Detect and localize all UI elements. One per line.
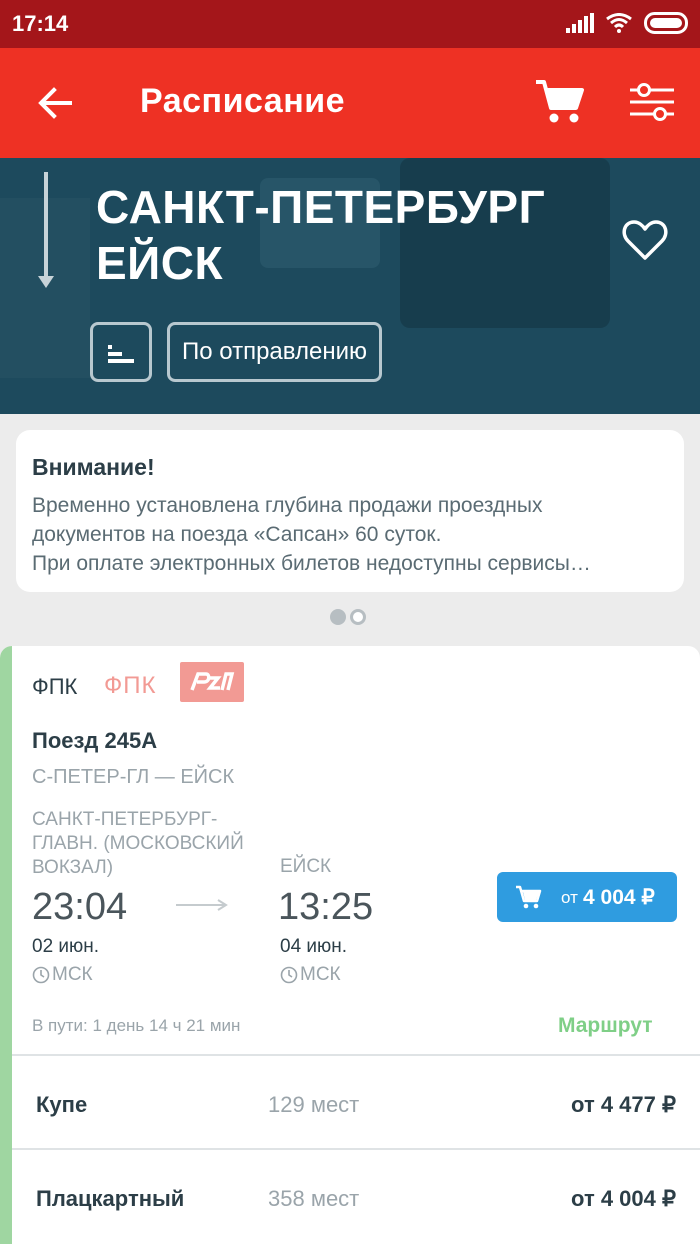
departure-station-line: САНКТ-ПЕТЕРБУРГ- bbox=[32, 809, 218, 830]
train-card[interactable]: ФПК ФПК Поезд 245А С-ПЕТЕР-ГЛ — ЕЙСК САН… bbox=[0, 646, 700, 1244]
direction-arrow-icon bbox=[38, 276, 54, 288]
train-number: Поезд 245А bbox=[32, 728, 158, 753]
cart-icon bbox=[516, 885, 542, 909]
signal-icon bbox=[566, 13, 594, 33]
seats-count: 358 мест bbox=[268, 1186, 360, 1211]
class-name: Плацкартный bbox=[36, 1186, 185, 1211]
class-name: Купе bbox=[36, 1092, 88, 1117]
sort-order-button[interactable] bbox=[90, 322, 152, 382]
departure-date: 02 июн. bbox=[32, 936, 100, 957]
wifi-icon bbox=[606, 13, 632, 33]
notice-card[interactable]: Внимание! Временно установлена глубина п… bbox=[16, 430, 684, 592]
clock-icon bbox=[280, 966, 298, 984]
travel-duration: В пути: 1 день 14 ч 21 мин bbox=[32, 1016, 241, 1035]
arrival-time: 13:25 bbox=[278, 886, 374, 928]
price-value: 4 004 ₽ bbox=[583, 886, 655, 909]
class-price: от 4 004 ₽ bbox=[571, 1186, 676, 1211]
notice-text-line: документов на поезда «Сапсан» 60 суток. bbox=[32, 523, 442, 546]
pager-dot-active[interactable] bbox=[330, 609, 346, 625]
seats-count: 129 мест bbox=[268, 1092, 360, 1117]
status-bar: 17:14 bbox=[0, 0, 700, 48]
sort-by-departure-button[interactable]: По отправлению bbox=[167, 322, 382, 382]
direction-arrow-line bbox=[44, 172, 48, 280]
route-from: САНКТ-ПЕТЕРБУРГ bbox=[96, 181, 546, 233]
page-title: Расписание bbox=[140, 82, 346, 120]
divider bbox=[12, 1148, 700, 1150]
departure-timezone: МСК bbox=[32, 964, 93, 986]
arrival-date: 04 июн. bbox=[280, 936, 348, 957]
notice-title: Внимание! bbox=[32, 454, 155, 480]
departure-station-line: ВОКЗАЛ) bbox=[32, 857, 114, 878]
route-link[interactable]: Маршрут bbox=[558, 1014, 653, 1038]
filter-settings-icon[interactable] bbox=[628, 82, 676, 122]
status-icons bbox=[566, 12, 688, 34]
sort-icon bbox=[108, 345, 134, 363]
battery-icon bbox=[644, 12, 688, 34]
timezone-label: МСК bbox=[52, 964, 93, 985]
back-arrow-icon[interactable] bbox=[34, 82, 76, 124]
cart-icon[interactable] bbox=[534, 78, 586, 126]
status-time: 17:14 bbox=[12, 11, 69, 36]
pager-dot[interactable] bbox=[350, 609, 366, 625]
notice-text-line: Временно установлена глубина продажи про… bbox=[32, 494, 543, 517]
departure-station-line: ГЛАВН. (МОСКОВСКИЙ bbox=[32, 833, 244, 854]
timezone-label: МСК bbox=[300, 964, 341, 985]
arrival-station: ЕЙСК bbox=[280, 856, 332, 877]
carousel-pager bbox=[330, 609, 366, 625]
route-header: САНКТ-ПЕТЕРБУРГ ЕЙСК По отправлению bbox=[0, 158, 700, 414]
arrival-timezone: МСК bbox=[280, 964, 341, 986]
carrier-name: ФПК bbox=[32, 674, 78, 699]
notice-text-line: При оплате электронных билетов недоступн… bbox=[32, 552, 591, 575]
departure-time: 23:04 bbox=[32, 886, 128, 928]
clock-icon bbox=[32, 966, 50, 984]
buy-price-button[interactable]: от 4 004 ₽ bbox=[497, 872, 677, 922]
rzd-logo-icon bbox=[180, 662, 244, 702]
app-bar: Расписание bbox=[0, 48, 700, 158]
price-prefix: от bbox=[561, 888, 578, 907]
departure-station: САНКТ-ПЕТЕРБУРГ- ГЛАВН. (МОСКОВСКИЙ ВОКЗ… bbox=[32, 808, 272, 880]
class-price: от 4 477 ₽ bbox=[571, 1092, 676, 1117]
divider bbox=[12, 1054, 700, 1056]
card-accent-stripe bbox=[0, 646, 12, 1244]
arrow-right-icon bbox=[176, 899, 228, 911]
carrier-logo: ФПК bbox=[104, 672, 157, 699]
route-to: ЕЙСК bbox=[96, 237, 224, 289]
favorite-heart-icon[interactable] bbox=[622, 218, 668, 262]
train-route: С-ПЕТЕР-ГЛ — ЕЙСК bbox=[32, 766, 235, 788]
